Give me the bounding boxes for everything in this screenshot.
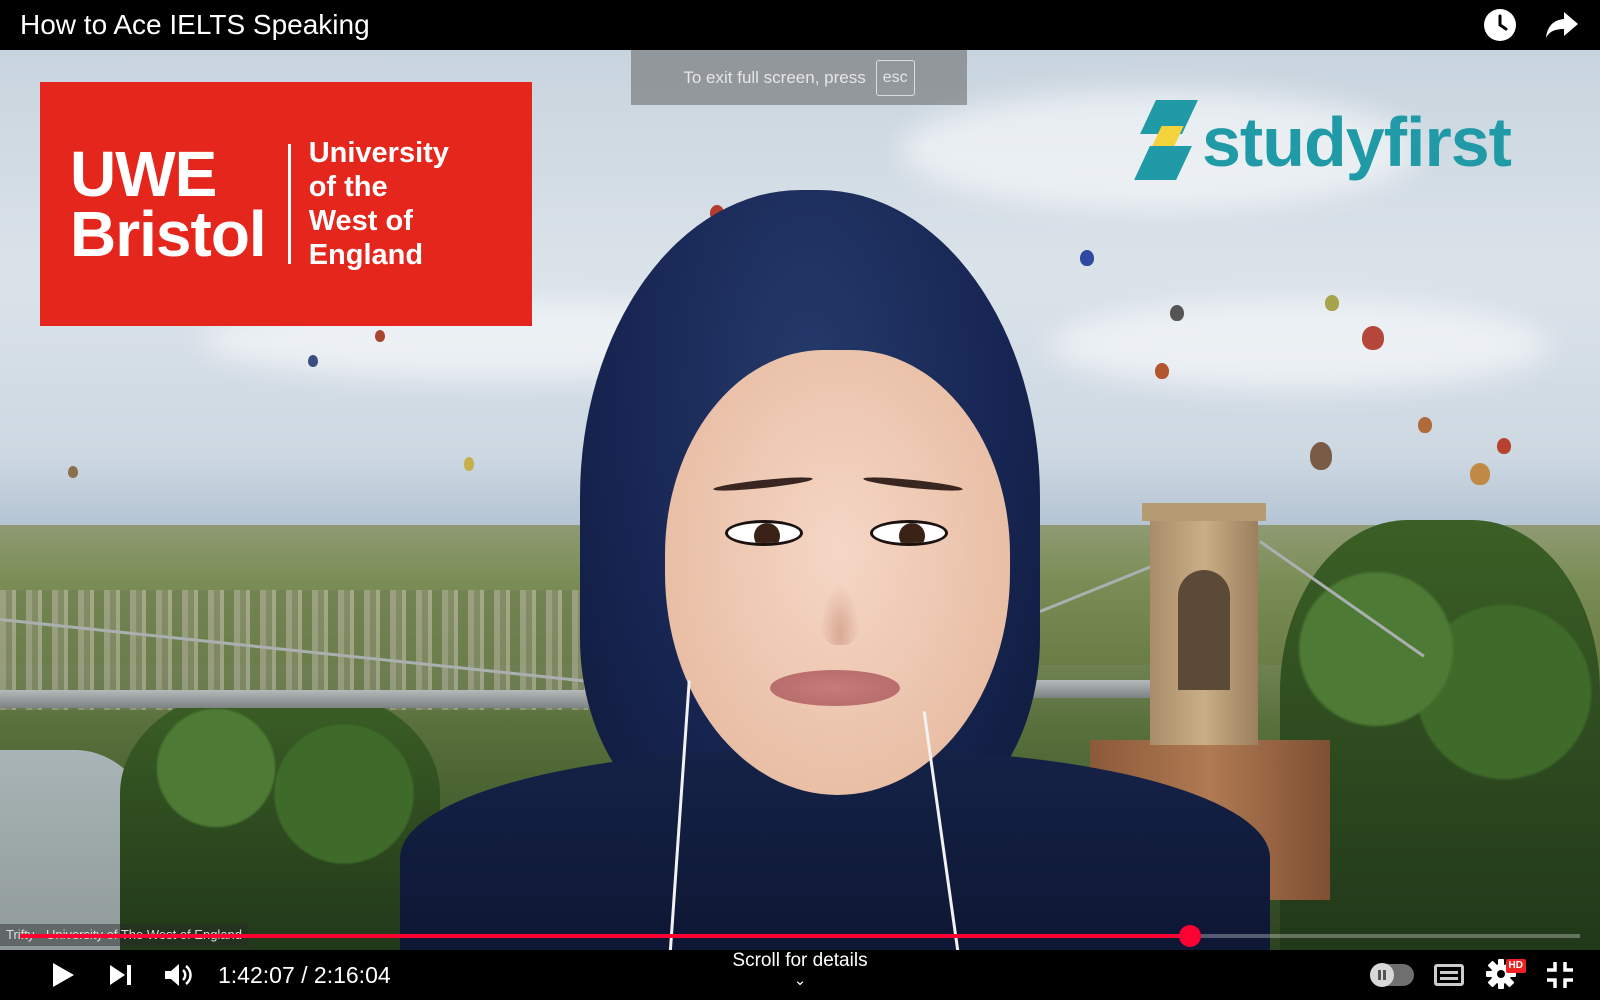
play-button[interactable] — [38, 950, 88, 1000]
uwe-logo-subline: of the — [308, 171, 388, 203]
uwe-logo-subline: University — [308, 137, 449, 169]
player-controls: 1:42:07 / 2:16:04 Scroll for details ⌄ H… — [0, 950, 1600, 1000]
current-time: 1:42:07 — [218, 961, 295, 988]
scrubber-handle[interactable] — [1179, 925, 1201, 947]
hot-air-balloon — [308, 355, 318, 367]
exit-fullscreen-icon — [1547, 962, 1573, 988]
time-separator: / — [301, 961, 308, 988]
chevron-down-icon: ⌄ — [793, 972, 807, 989]
studyfirst-mark-icon — [1134, 100, 1198, 184]
player-top-bar: How to Ace IELTS Speaking — [0, 0, 1600, 50]
uwe-logo-line: UWE — [70, 138, 217, 210]
hot-air-balloon — [1497, 438, 1511, 454]
autoplay-toggle[interactable] — [1370, 963, 1414, 987]
trees — [120, 690, 440, 950]
uwe-logo-subline: England — [308, 239, 424, 271]
captions-icon[interactable] — [1434, 964, 1464, 986]
hot-air-balloon — [1470, 463, 1490, 485]
hd-badge: HD — [1505, 959, 1526, 973]
uwe-bristol-logo: UWE Bristol University of the West of En… — [40, 82, 532, 326]
fullscreen-notice-text: To exit full screen, press — [683, 67, 866, 87]
logo-divider — [287, 144, 291, 264]
exit-fullscreen-button[interactable] — [1540, 950, 1580, 1000]
hot-air-balloon — [375, 330, 385, 342]
hot-air-balloon — [1362, 326, 1384, 350]
hot-air-balloon — [1418, 417, 1432, 433]
pause-icon — [1370, 963, 1394, 987]
hot-air-balloon — [1325, 295, 1339, 311]
clock-icon[interactable] — [1482, 7, 1518, 43]
esc-key-hint: esc — [875, 59, 915, 96]
scroll-hint-label: Scroll for details — [732, 950, 868, 971]
next-button[interactable] — [96, 950, 146, 1000]
settings-button[interactable]: HD — [1484, 957, 1526, 993]
hot-air-balloon — [68, 466, 78, 478]
studyfirst-wordmark: studyfirst — [1202, 103, 1512, 181]
next-icon — [110, 965, 131, 985]
hot-air-balloon — [1310, 442, 1332, 470]
time-display: 1:42:07 / 2:16:04 — [218, 962, 391, 989]
studyfirst-logo: studyfirst — [1134, 100, 1512, 184]
uwe-logo-line: Bristol — [70, 198, 267, 270]
progress-bar[interactable] — [20, 925, 1580, 947]
play-icon — [53, 963, 74, 987]
scroll-for-details[interactable]: Scroll for details ⌄ — [700, 950, 900, 988]
video-title[interactable]: How to Ace IELTS Speaking — [20, 9, 370, 41]
progress-played — [20, 934, 1190, 938]
uwe-logo-subline: West of — [308, 205, 413, 237]
share-icon[interactable] — [1544, 7, 1580, 43]
volume-button[interactable] — [154, 950, 204, 1000]
total-duration: 2:16:04 — [313, 961, 391, 988]
fullscreen-exit-notice: To exit full screen, press esc — [631, 50, 967, 105]
volume-icon — [165, 964, 192, 986]
presenter-face — [665, 350, 1010, 795]
